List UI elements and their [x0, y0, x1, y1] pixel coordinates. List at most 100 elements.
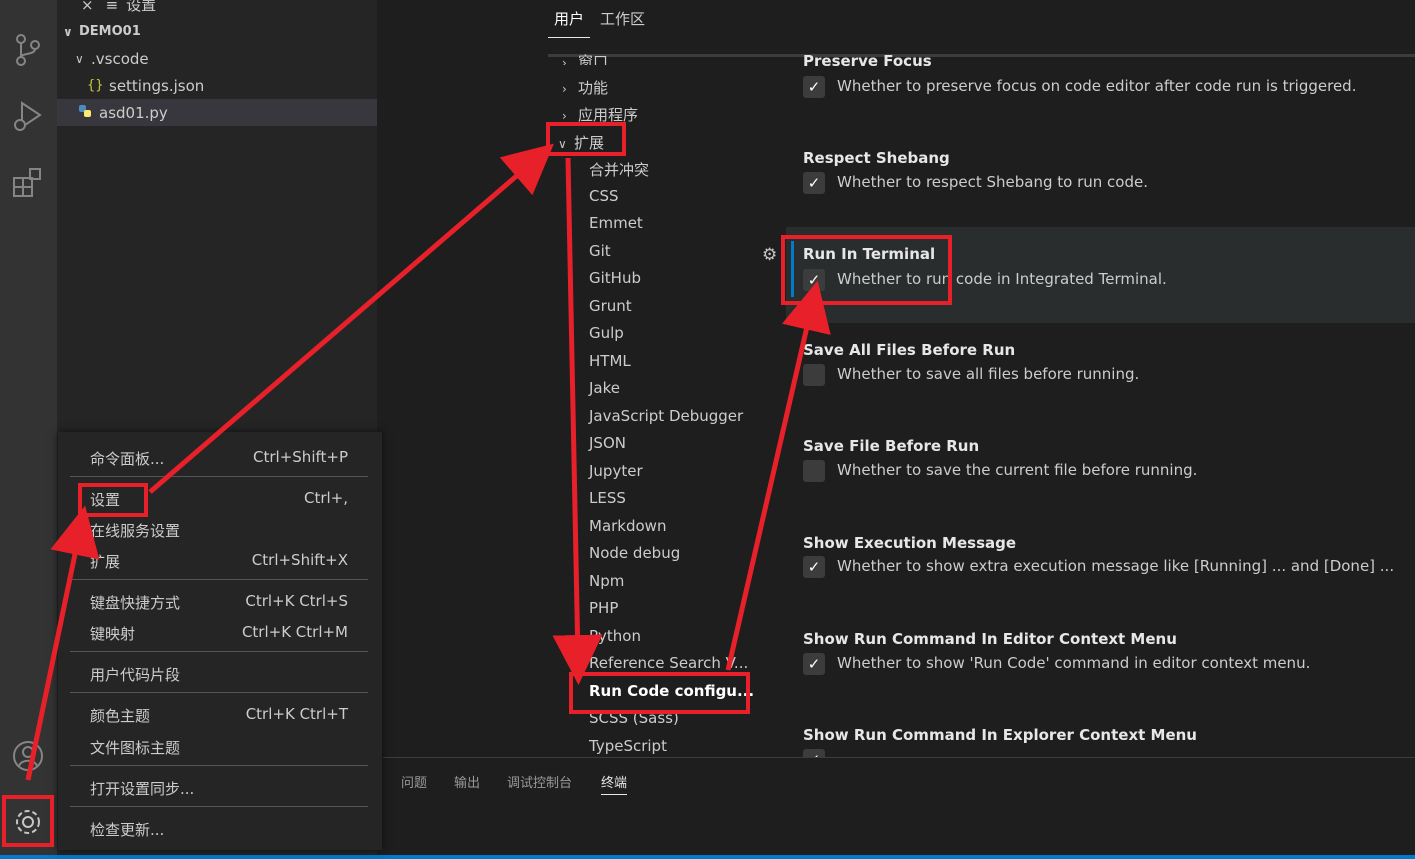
- setting-gear-icon[interactable]: ⚙: [762, 245, 777, 265]
- menu-item-online-services[interactable]: 在线服务设置: [58, 516, 382, 544]
- toc-item[interactable]: Python: [589, 627, 641, 645]
- menu-shortcut: Ctrl+Shift+X: [251, 551, 348, 569]
- python-icon: [77, 104, 93, 122]
- menu-label: 在线服务设置: [90, 522, 181, 540]
- open-editor-label: 设置: [126, 0, 157, 14]
- toc-item[interactable]: LESS: [589, 489, 626, 507]
- menu-label: 键盘快捷方式: [90, 594, 181, 612]
- annotation-box-gear: [2, 795, 54, 847]
- folder-demo01[interactable]: ∨ DEMO01: [63, 18, 383, 45]
- menu-shortcut: Ctrl+K Ctrl+S: [245, 592, 348, 610]
- source-control-icon[interactable]: [8, 30, 48, 70]
- toc-item[interactable]: Node debug: [589, 544, 680, 562]
- setting-title: Respect Shebang: [803, 149, 950, 167]
- tree-item-label: settings.json: [109, 76, 205, 95]
- close-icon[interactable]: ×: [81, 0, 94, 14]
- toc-item[interactable]: Emmet: [589, 214, 643, 232]
- menu-separator: [70, 806, 368, 807]
- menu-label: 命令面板...: [90, 450, 165, 468]
- tab-problems[interactable]: 问题: [401, 772, 427, 791]
- setting-description: Whether to save all files before running…: [837, 365, 1140, 383]
- open-editor-settings[interactable]: × ≡ 设置: [81, 0, 401, 18]
- toc-item[interactable]: HTML: [589, 352, 631, 370]
- menu-item-extensions[interactable]: 扩展 Ctrl+Shift+X: [58, 547, 382, 575]
- chevron-down-icon: ∨: [63, 24, 73, 39]
- toc-item[interactable]: PHP: [589, 599, 618, 617]
- bottom-panel: 问题 输出 调试控制台 终端: [383, 757, 1415, 855]
- tab-debug-console[interactable]: 调试控制台: [507, 772, 572, 791]
- setting-description: Whether to preserve focus on code editor…: [837, 77, 1357, 95]
- menu-shortcut: Ctrl+K Ctrl+T: [245, 705, 348, 723]
- toc-item[interactable]: Jake: [589, 379, 620, 397]
- setting-title: Show Execution Message: [803, 534, 1017, 552]
- setting-description: Whether to show extra execution message …: [837, 557, 1395, 575]
- annotation-box-extensions: [546, 122, 626, 156]
- menu-item-settings-sync[interactable]: 打开设置同步...: [58, 774, 382, 802]
- menu-separator: [70, 651, 368, 652]
- toc-item[interactable]: Npm: [589, 572, 624, 590]
- tree-item-vscode[interactable]: ∨ .vscode: [75, 45, 395, 72]
- setting-checkbox[interactable]: ✓: [803, 172, 825, 194]
- toc-item[interactable]: Git: [589, 242, 611, 260]
- toc-item[interactable]: Grunt: [589, 297, 632, 315]
- setting-show-execution-message: Show Execution Message ✓ Whether to show…: [786, 532, 1415, 612]
- menu-label: 扩展: [90, 553, 121, 571]
- tab-output[interactable]: 输出: [454, 772, 480, 791]
- toc-item[interactable]: JavaScript Debugger: [589, 407, 743, 425]
- setting-checkbox[interactable]: ✓: [803, 653, 825, 675]
- chevron-right-icon: ›: [562, 56, 567, 65]
- setting-checkbox[interactable]: ✓: [803, 749, 825, 757]
- menu-shortcut: Ctrl+,: [303, 489, 348, 507]
- menu-item-keyboard-shortcuts[interactable]: 键盘快捷方式 Ctrl+K Ctrl+S: [58, 588, 382, 616]
- setting-show-explorer-context-menu: Show Run Command In Explorer Context Men…: [786, 724, 1415, 757]
- menu-label: 键映射: [90, 625, 136, 643]
- setting-title: Save All Files Before Run: [803, 341, 1016, 359]
- menu-item-check-updates[interactable]: 检查更新...: [58, 815, 382, 843]
- menu-label: 检查更新...: [90, 821, 165, 839]
- activity-bar: [0, 0, 57, 855]
- menu-item-color-theme[interactable]: 颜色主题 Ctrl+K Ctrl+T: [58, 701, 382, 729]
- setting-show-editor-context-menu: Show Run Command In Editor Context Menu …: [786, 628, 1415, 708]
- status-bar: [0, 855, 1415, 859]
- toc-item[interactable]: Gulp: [589, 324, 624, 342]
- tab-workspace[interactable]: 工作区: [594, 0, 651, 38]
- toc-item[interactable]: CSS: [589, 187, 619, 205]
- tab-terminal[interactable]: 终端: [601, 772, 628, 795]
- json-file-icon: {}: [87, 78, 104, 93]
- annotation-box-run-code: [569, 672, 750, 714]
- menu-separator: [70, 476, 368, 477]
- toc-item[interactable]: Markdown: [589, 517, 666, 535]
- setting-checkbox[interactable]: ✓: [803, 76, 825, 98]
- toc-item[interactable]: GitHub: [589, 269, 641, 287]
- setting-preserve-focus: Preserve Focus ✓ Whether to preserve foc…: [786, 50, 1415, 130]
- toc-item[interactable]: 合并冲突: [589, 159, 649, 180]
- toc-label: 窗口: [578, 53, 609, 65]
- tab-user[interactable]: 用户: [548, 0, 591, 38]
- toc-item[interactable]: Jupyter: [589, 462, 643, 480]
- setting-checkbox[interactable]: [803, 460, 825, 482]
- toc-item[interactable]: JSON: [589, 434, 626, 452]
- tree-item-settings-json[interactable]: {} settings.json: [87, 72, 407, 99]
- toc-item-window[interactable]: › 窗口: [562, 51, 608, 65]
- run-debug-icon[interactable]: [8, 96, 48, 136]
- setting-checkbox[interactable]: [803, 364, 825, 386]
- menu-item-command-palette[interactable]: 命令面板... Ctrl+Shift+P: [58, 444, 382, 472]
- tree-item-asd01-py[interactable]: asd01.py: [57, 99, 377, 126]
- setting-save-all-files: Save All Files Before Run Whether to sav…: [786, 339, 1415, 419]
- menu-item-keymaps[interactable]: 键映射 Ctrl+K Ctrl+M: [58, 619, 382, 647]
- menu-label: 用户代码片段: [90, 666, 181, 684]
- menu-item-user-snippets[interactable]: 用户代码片段: [58, 660, 382, 688]
- toc-item[interactable]: Reference Search V...: [589, 654, 748, 672]
- toc-item[interactable]: TypeScript: [589, 737, 667, 755]
- menu-label: 颜色主题: [90, 707, 151, 725]
- setting-title: Save File Before Run: [803, 437, 980, 455]
- setting-description: Whether to save the current file before …: [837, 461, 1198, 479]
- extensions-icon[interactable]: [8, 162, 48, 202]
- toc-item-features[interactable]: › 功能: [562, 77, 608, 98]
- menu-label: 打开设置同步...: [90, 780, 195, 798]
- setting-checkbox[interactable]: ✓: [803, 556, 825, 578]
- menu-item-file-icon-theme[interactable]: 文件图标主题: [58, 733, 382, 761]
- account-icon[interactable]: [8, 736, 48, 776]
- settings-scope-tabs: 用户 工作区: [548, 0, 655, 38]
- chevron-right-icon: ›: [562, 109, 567, 123]
